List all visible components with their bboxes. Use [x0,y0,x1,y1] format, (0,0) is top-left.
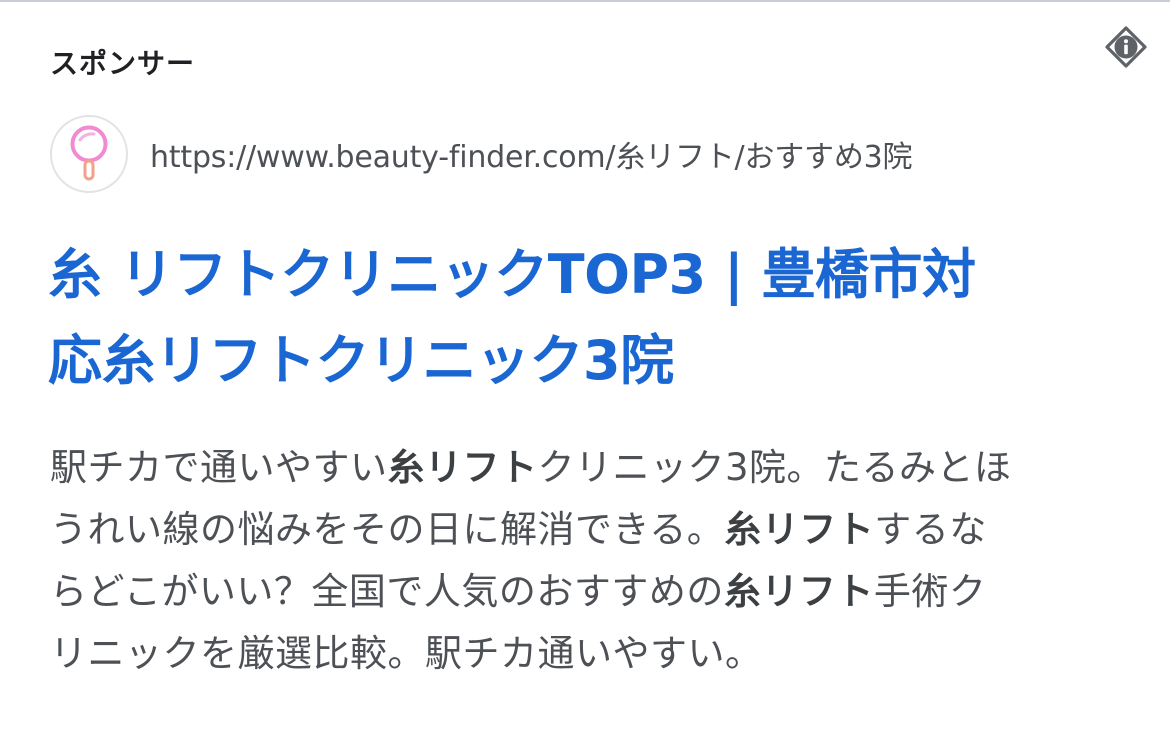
description-text: らどこがいい？全国で人気のおすすめの [50,570,724,613]
description-text: 駅チカで通いやすい [50,446,388,489]
ad-title-link[interactable]: 糸 リフトクリニックTOP3 | 豊橋市対 応糸リフトクリニック3院 [48,232,1128,404]
description-keyword: 糸リフト [724,508,875,551]
advertiser-favicon [50,115,128,193]
ad-display-url[interactable]: https://www.beauty-finder.com/糸リフト/おすすめ3… [150,132,913,176]
description-line: らどこがいい？全国で人気のおすすめの糸リフト手術ク [50,561,1140,623]
description-text: リニックを厳選比較。駅チカ通いやすい。 [50,632,763,675]
description-keyword: 糸リフト [723,570,874,613]
description-line: うれい線の悩みをその日に解消できる。糸リフトするな [50,499,1140,561]
ad-title-line: 糸 リフトクリニックTOP3 | 豊橋市対 [48,243,976,306]
magnifier-heart-logo-icon [70,125,108,181]
description-text: するな [874,508,987,551]
info-icon [1105,26,1147,68]
description-line: 駅チカで通いやすい糸リフトクリニック3院。たるみとほ [50,437,1140,499]
ad-title-line: 応糸リフトクリニック3院 [48,329,674,392]
description-text: クリニック3院。たるみとほ [537,446,1012,489]
sponsored-label: スポンサー [50,47,196,80]
description-keyword: 糸リフト [387,446,538,489]
description-text: うれい線の悩みをその日に解消できる。 [50,508,725,551]
description-text: 手術ク [873,570,987,613]
top-divider [0,0,1170,2]
description-line: リニックを厳選比較。駅チカ通いやすい。 [50,623,1140,685]
ad-description: 駅チカで通いやすい糸リフトクリニック3院。たるみとほ うれい線の悩みをその日に解… [50,437,1140,685]
ad-info-button[interactable] [1104,25,1148,69]
ad-source-row[interactable]: https://www.beauty-finder.com/糸リフト/おすすめ3… [50,112,913,196]
